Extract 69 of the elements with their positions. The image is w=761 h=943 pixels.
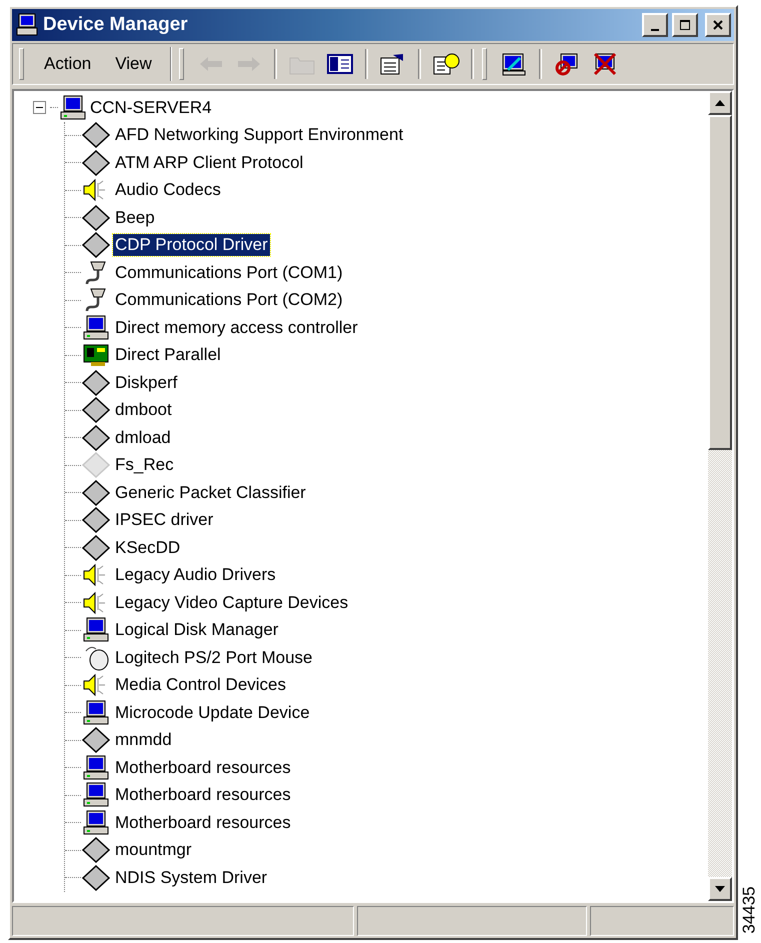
tree-item[interactable]: Logitech PS/2 Port Mouse [113, 646, 315, 669]
computer-icon [81, 617, 111, 644]
tree-item[interactable]: Legacy Video Capture Devices [113, 592, 350, 614]
circuit-card-icon [81, 342, 111, 368]
tree-item[interactable]: NDIS System Driver [113, 866, 270, 889]
figure-number: 34435 [740, 886, 760, 934]
tree-item[interactable]: IPSEC driver [113, 509, 216, 532]
diamond-icon [81, 204, 111, 231]
tree-item[interactable]: Direct memory access controller [113, 316, 360, 339]
tree-item[interactable]: Audio Codecs [113, 179, 223, 202]
diamond-icon [81, 507, 111, 534]
tree-item[interactable]: Microcode Update Device [113, 702, 312, 724]
diamond-icon [81, 397, 111, 424]
close-button[interactable] [705, 13, 731, 37]
tree-item[interactable]: dmboot [113, 399, 174, 422]
tree-item[interactable]: ATM ARP Client Protocol [113, 152, 306, 174]
collapse-toggle[interactable] [33, 101, 46, 114]
minimize-button[interactable] [642, 13, 668, 37]
computer-icon [58, 94, 88, 121]
tree-item[interactable]: Direct Parallel [113, 344, 223, 366]
up-arrow-icon [715, 100, 725, 106]
diamond-icon [81, 370, 111, 396]
tree-item[interactable]: Media Control Devices [113, 674, 288, 696]
scroll-thumb[interactable] [708, 115, 732, 450]
tree-item[interactable]: Diskperf [113, 372, 180, 394]
tree-item[interactable]: Beep [113, 206, 157, 229]
minimize-icon [651, 29, 659, 31]
tree-item[interactable]: Fs_Rec [113, 454, 176, 476]
tree-item[interactable]: Communications Port (COM1) [113, 262, 345, 284]
computer-icon [15, 13, 39, 37]
menu-item[interactable]: Action [32, 50, 104, 78]
scrollbar[interactable] [708, 91, 732, 901]
diamond-icon [81, 122, 111, 148]
window-title: Device Manager [43, 14, 189, 36]
scroll-up-button[interactable] [708, 91, 732, 115]
computer-icon [81, 782, 111, 808]
diamond-icon [81, 480, 111, 506]
diamond-icon [81, 424, 111, 451]
computer-icon [81, 754, 111, 781]
tree-item[interactable]: Motherboard resources [113, 784, 293, 806]
computer-icon [81, 314, 111, 341]
close-icon [712, 19, 724, 31]
menu-item[interactable]: View [103, 50, 164, 78]
diamond-icon [81, 837, 111, 864]
diamond-icon [81, 727, 111, 754]
tree-item[interactable]: KSecDD [113, 536, 182, 559]
computer-icon [81, 700, 111, 726]
tree-item[interactable]: mountmgr [113, 839, 194, 862]
tree-item[interactable]: mnmdd [113, 729, 174, 752]
tree-item[interactable]: Communications Port (COM2) [113, 289, 345, 312]
maximize-button[interactable] [672, 13, 698, 37]
diamond-icon [81, 232, 111, 258]
tree-item[interactable]: Motherboard resources [113, 812, 293, 834]
tree-item[interactable]: CCN-SERVER4 [88, 96, 214, 119]
tree-item[interactable]: Generic Packet Classifier [113, 482, 308, 504]
tree-item[interactable]: Legacy Audio Drivers [113, 564, 278, 586]
tree-item[interactable]: AFD Networking Support Environment [113, 124, 406, 146]
tree-item[interactable]: Motherboard resources [113, 756, 293, 779]
diamond-icon [81, 452, 111, 478]
scroll-down-button[interactable] [708, 877, 732, 901]
tree-item[interactable]: dmload [113, 426, 173, 449]
tree-item[interactable]: CDP Protocol Driver [113, 234, 270, 256]
computer-icon [81, 810, 111, 836]
diamond-icon [81, 150, 111, 176]
tree-item[interactable]: Logical Disk Manager [113, 619, 280, 642]
diamond-icon [81, 864, 111, 891]
down-arrow-icon [715, 886, 725, 892]
diamond-icon [81, 534, 111, 561]
maximize-icon [679, 19, 691, 31]
